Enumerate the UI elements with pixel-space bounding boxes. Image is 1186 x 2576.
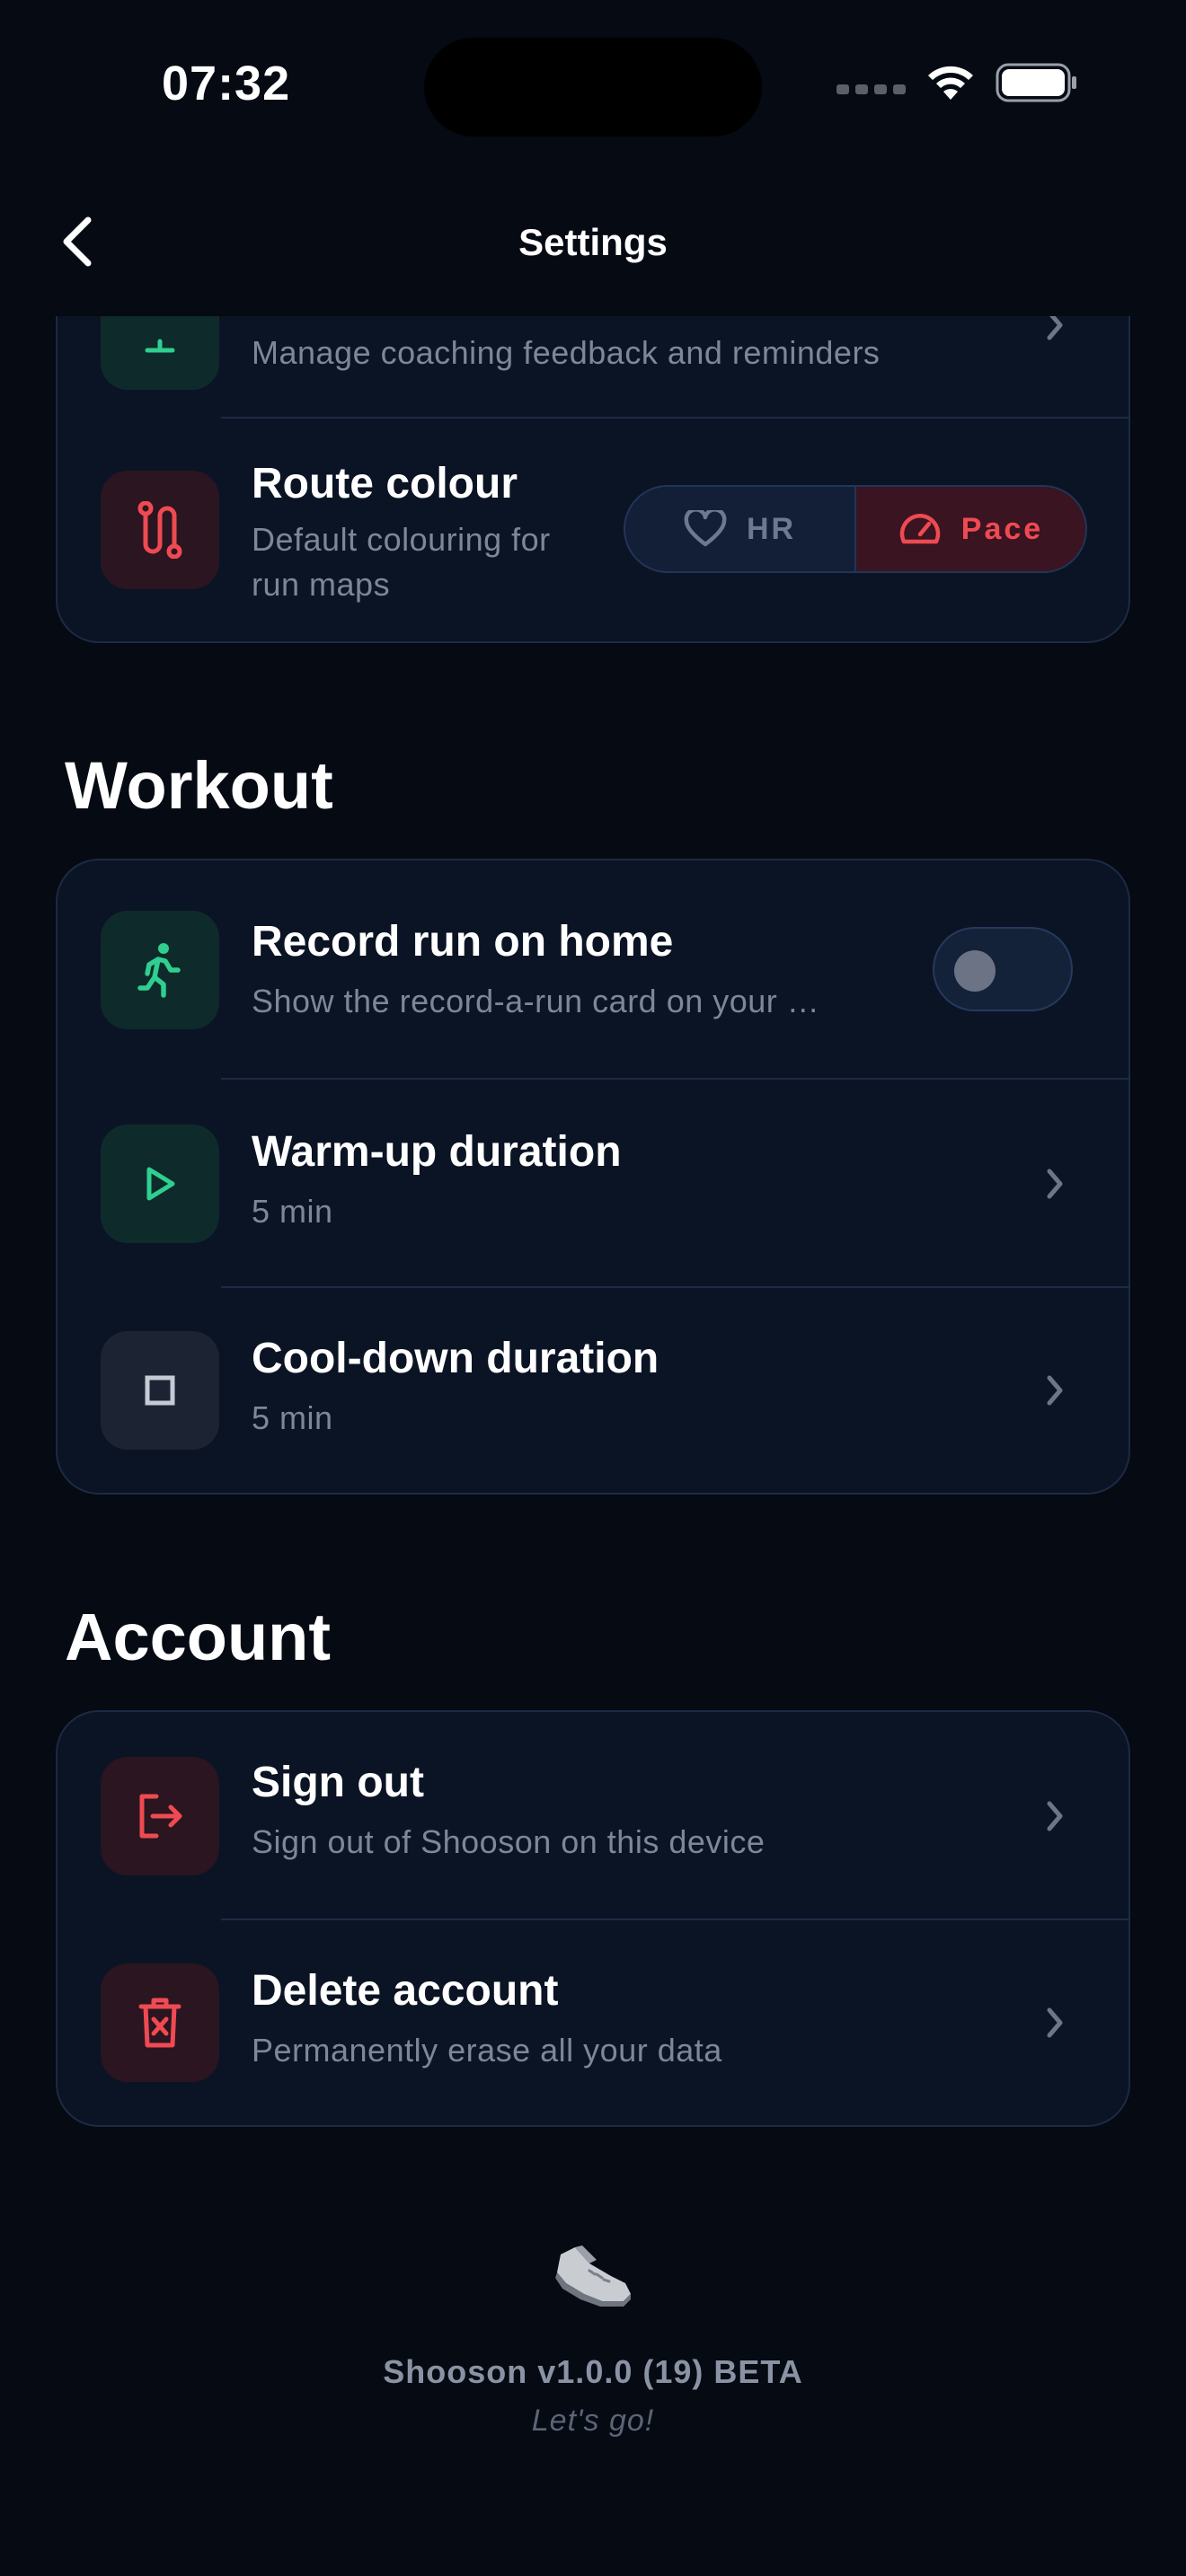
coaching-icon-box: [101, 316, 219, 390]
sign-out-row[interactable]: Sign out Sign out of Shooson on this dev…: [58, 1712, 1128, 1920]
app-version: Shooson v1.0.0 (19) BETA: [383, 2353, 803, 2390]
route-icon-box: [101, 471, 219, 589]
coaching-row[interactable]: Manage coaching feedback and reminders: [58, 316, 1128, 419]
cool-down-text: Cool-down duration 5 min: [252, 1333, 1021, 1441]
delete-account-text: Delete account Permanently erase all you…: [252, 1965, 1021, 2073]
chevron-right-icon: [1037, 1166, 1073, 1202]
warm-up-value: 5 min: [252, 1192, 333, 1230]
shoe-icon: [555, 2245, 631, 2307]
record-run-toggle[interactable]: [933, 927, 1073, 1011]
delete-account-title: Delete account: [252, 1967, 559, 2015]
cool-down-value: 5 min: [252, 1398, 333, 1436]
play-icon: [146, 1167, 175, 1201]
sign-out-text: Sign out Sign out of Shooson on this dev…: [252, 1757, 1021, 1865]
warm-up-title: Warm-up duration: [252, 1128, 622, 1176]
sign-out-subtitle: Sign out of Shooson on this device: [252, 1822, 766, 1860]
record-run-row: Record run on home Show the record-a-run…: [58, 860, 1128, 1080]
route-colour-subtitle-line1: Default colouring for: [252, 520, 551, 558]
chevron-right-icon: [1037, 1372, 1073, 1408]
warm-up-row[interactable]: Warm-up duration 5 min: [58, 1080, 1128, 1288]
settings-screen: 07:32 Settings Manage coaching feedback …: [0, 0, 1186, 2576]
route-colour-title: Route colour: [252, 460, 518, 507]
delete-account-subtitle: Permanently erase all your data: [252, 2031, 722, 2069]
record-run-title: Record run on home: [252, 918, 674, 966]
record-run-subtitle: Show the record-a-run card on your …: [252, 982, 820, 1019]
account-section-title: Account: [65, 1600, 331, 1674]
workout-section-title: Workout: [65, 748, 333, 823]
record-run-icon-box: [101, 911, 219, 1029]
heart-icon: [684, 510, 727, 547]
route-icon: [137, 501, 182, 559]
signal-icon: [836, 84, 906, 94]
warm-up-text: Warm-up duration 5 min: [252, 1126, 1021, 1234]
segment-pace-label: Pace: [960, 511, 1044, 546]
segment-pace[interactable]: Pace: [856, 487, 1085, 571]
running-person-icon: [137, 943, 181, 998]
trash-icon: [138, 1998, 181, 2048]
status-time: 07:32: [162, 57, 291, 110]
route-colour-text: Route colour Default colouring for run m…: [252, 458, 625, 607]
delete-account-icon-box: [101, 1963, 219, 2082]
app-tagline: Let's go!: [531, 2404, 655, 2438]
sign-out-icon-box: [101, 1757, 219, 1875]
coaching-text: Manage coaching feedback and reminders: [252, 331, 1021, 375]
battery-icon: [996, 63, 1076, 102]
segment-hr[interactable]: HR: [625, 487, 856, 571]
segment-hr-label: HR: [746, 511, 797, 546]
speedometer-icon: [899, 514, 940, 544]
route-colour-segmented-control: HR Pace: [624, 485, 1087, 573]
workout-card: Record run on home Show the record-a-run…: [56, 859, 1130, 1495]
dynamic-island: [424, 38, 762, 137]
toggle-knob: [954, 950, 996, 992]
bell-icon: [145, 339, 175, 353]
route-colour-subtitle-line2: run maps: [252, 565, 391, 603]
stop-icon: [145, 1375, 175, 1406]
sign-out-icon: [139, 1794, 182, 1839]
warm-up-icon-box: [101, 1125, 219, 1243]
preferences-card: Manage coaching feedback and reminders R…: [56, 316, 1130, 643]
cool-down-row[interactable]: Cool-down duration 5 min: [58, 1288, 1128, 1493]
wifi-icon: [928, 66, 973, 100]
cool-down-title: Cool-down duration: [252, 1335, 659, 1382]
cool-down-icon-box: [101, 1331, 219, 1450]
chevron-right-icon: [1037, 1798, 1073, 1834]
coaching-subtitle: Manage coaching feedback and reminders: [252, 334, 881, 371]
status-icons: [836, 63, 1078, 102]
chevron-right-icon: [1037, 316, 1073, 343]
page-title: Settings: [518, 221, 668, 263]
route-colour-row: Route colour Default colouring for run m…: [58, 419, 1128, 641]
record-run-text: Record run on home Show the record-a-run…: [252, 916, 913, 1024]
account-card: Sign out Sign out of Shooson on this dev…: [56, 1710, 1130, 2127]
delete-account-row[interactable]: Delete account Permanently erase all you…: [58, 1920, 1128, 2125]
chevron-right-icon: [1037, 2005, 1073, 2041]
sign-out-title: Sign out: [252, 1759, 424, 1806]
